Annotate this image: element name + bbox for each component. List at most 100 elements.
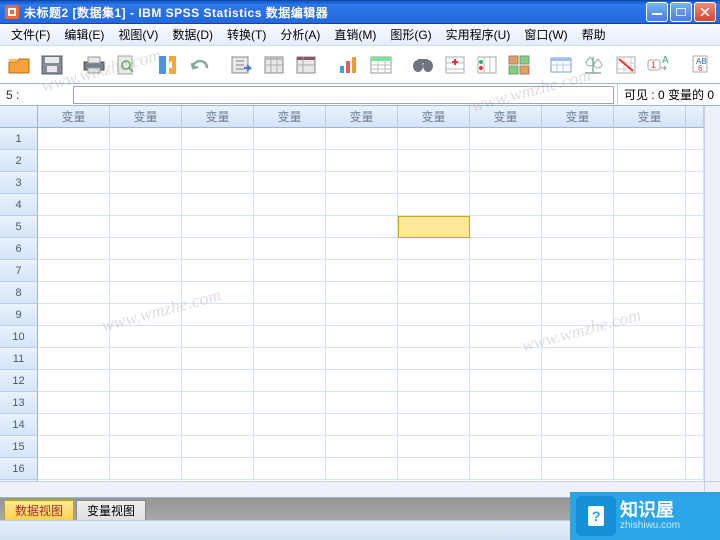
cell[interactable] bbox=[38, 282, 110, 304]
menu-window[interactable]: 窗口(W) bbox=[517, 24, 574, 45]
row-header[interactable]: 14 bbox=[0, 414, 38, 436]
cell[interactable] bbox=[614, 436, 686, 458]
undo-icon[interactable] bbox=[154, 50, 182, 80]
cell[interactable] bbox=[326, 370, 398, 392]
cell[interactable] bbox=[398, 326, 470, 348]
cell[interactable] bbox=[542, 194, 614, 216]
cell[interactable] bbox=[38, 194, 110, 216]
menu-edit[interactable]: 编辑(E) bbox=[57, 24, 111, 45]
weight-icon[interactable] bbox=[547, 50, 575, 80]
cell[interactable] bbox=[182, 282, 254, 304]
cell[interactable] bbox=[542, 238, 614, 260]
cell[interactable] bbox=[110, 128, 182, 150]
cell[interactable] bbox=[38, 348, 110, 370]
cell[interactable] bbox=[542, 436, 614, 458]
cell[interactable] bbox=[470, 216, 542, 238]
column-header[interactable]: 变量 bbox=[542, 106, 614, 128]
cell[interactable] bbox=[614, 458, 686, 480]
cell[interactable] bbox=[542, 304, 614, 326]
cell[interactable] bbox=[182, 260, 254, 282]
column-header[interactable]: 变量 bbox=[254, 106, 326, 128]
cell[interactable] bbox=[254, 348, 326, 370]
cell[interactable] bbox=[542, 260, 614, 282]
cell[interactable] bbox=[398, 436, 470, 458]
cell[interactable] bbox=[110, 414, 182, 436]
cell[interactable] bbox=[326, 238, 398, 260]
cell[interactable] bbox=[110, 172, 182, 194]
cell[interactable] bbox=[398, 150, 470, 172]
cell[interactable] bbox=[38, 392, 110, 414]
cell[interactable] bbox=[398, 304, 470, 326]
insert-case-icon[interactable] bbox=[441, 50, 469, 80]
cell[interactable] bbox=[38, 414, 110, 436]
cell[interactable] bbox=[470, 436, 542, 458]
cell[interactable] bbox=[254, 216, 326, 238]
cell[interactable] bbox=[182, 348, 254, 370]
cell[interactable] bbox=[614, 282, 686, 304]
close-button[interactable] bbox=[694, 2, 716, 22]
data-grid[interactable]: 变量变量变量变量变量变量变量变量变量 123456789101112131415… bbox=[0, 106, 704, 481]
row-header[interactable]: 6 bbox=[0, 238, 38, 260]
cell[interactable] bbox=[182, 458, 254, 480]
open-icon[interactable] bbox=[6, 50, 34, 80]
cell[interactable] bbox=[182, 370, 254, 392]
cell[interactable] bbox=[326, 260, 398, 282]
cell[interactable] bbox=[470, 282, 542, 304]
cell[interactable] bbox=[326, 172, 398, 194]
row-header[interactable]: 5 bbox=[0, 216, 38, 238]
cell[interactable] bbox=[470, 238, 542, 260]
cell[interactable] bbox=[398, 238, 470, 260]
cell[interactable] bbox=[542, 458, 614, 480]
column-header[interactable]: 变量 bbox=[182, 106, 254, 128]
descriptive-icon[interactable] bbox=[367, 50, 395, 80]
cell[interactable] bbox=[110, 436, 182, 458]
cell[interactable] bbox=[326, 304, 398, 326]
menu-data[interactable]: 数据(D) bbox=[165, 24, 220, 45]
cell[interactable] bbox=[254, 326, 326, 348]
column-header[interactable]: 变量 bbox=[110, 106, 182, 128]
promo-overlay[interactable]: ? 知识屋 zhishiwu.com bbox=[570, 492, 720, 540]
cell[interactable] bbox=[110, 150, 182, 172]
cell[interactable] bbox=[614, 128, 686, 150]
maximize-button[interactable] bbox=[670, 2, 692, 22]
row-header[interactable]: 1 bbox=[0, 128, 38, 150]
tab-data-view[interactable]: 数据视图 bbox=[4, 500, 74, 520]
menu-direct[interactable]: 直销(M) bbox=[327, 24, 383, 45]
cell[interactable] bbox=[614, 304, 686, 326]
cell[interactable] bbox=[614, 370, 686, 392]
cell-value-input[interactable] bbox=[73, 86, 614, 104]
cell[interactable] bbox=[38, 326, 110, 348]
cell[interactable] bbox=[542, 128, 614, 150]
cell[interactable] bbox=[470, 172, 542, 194]
cell[interactable] bbox=[542, 216, 614, 238]
cell[interactable] bbox=[254, 260, 326, 282]
split-icon[interactable] bbox=[505, 50, 533, 80]
cell[interactable] bbox=[398, 282, 470, 304]
cell[interactable] bbox=[110, 282, 182, 304]
cell[interactable] bbox=[542, 282, 614, 304]
cell[interactable] bbox=[614, 348, 686, 370]
cell[interactable] bbox=[254, 128, 326, 150]
cell[interactable] bbox=[470, 128, 542, 150]
cell[interactable] bbox=[614, 194, 686, 216]
column-header[interactable]: 变量 bbox=[614, 106, 686, 128]
cell[interactable] bbox=[38, 238, 110, 260]
cell[interactable] bbox=[542, 392, 614, 414]
cell[interactable] bbox=[182, 150, 254, 172]
cell[interactable] bbox=[38, 216, 110, 238]
cell[interactable] bbox=[470, 414, 542, 436]
redo-icon[interactable] bbox=[186, 50, 214, 80]
cell[interactable] bbox=[110, 392, 182, 414]
cell[interactable] bbox=[326, 414, 398, 436]
cell[interactable] bbox=[254, 150, 326, 172]
cell[interactable] bbox=[110, 348, 182, 370]
cell[interactable] bbox=[614, 172, 686, 194]
cell[interactable] bbox=[470, 370, 542, 392]
column-header[interactable]: 变量 bbox=[38, 106, 110, 128]
cell[interactable] bbox=[326, 282, 398, 304]
row-header[interactable]: 8 bbox=[0, 282, 38, 304]
column-header[interactable]: 变量 bbox=[398, 106, 470, 128]
cell[interactable] bbox=[110, 216, 182, 238]
menu-view[interactable]: 视图(V) bbox=[111, 24, 165, 45]
cell[interactable] bbox=[182, 172, 254, 194]
